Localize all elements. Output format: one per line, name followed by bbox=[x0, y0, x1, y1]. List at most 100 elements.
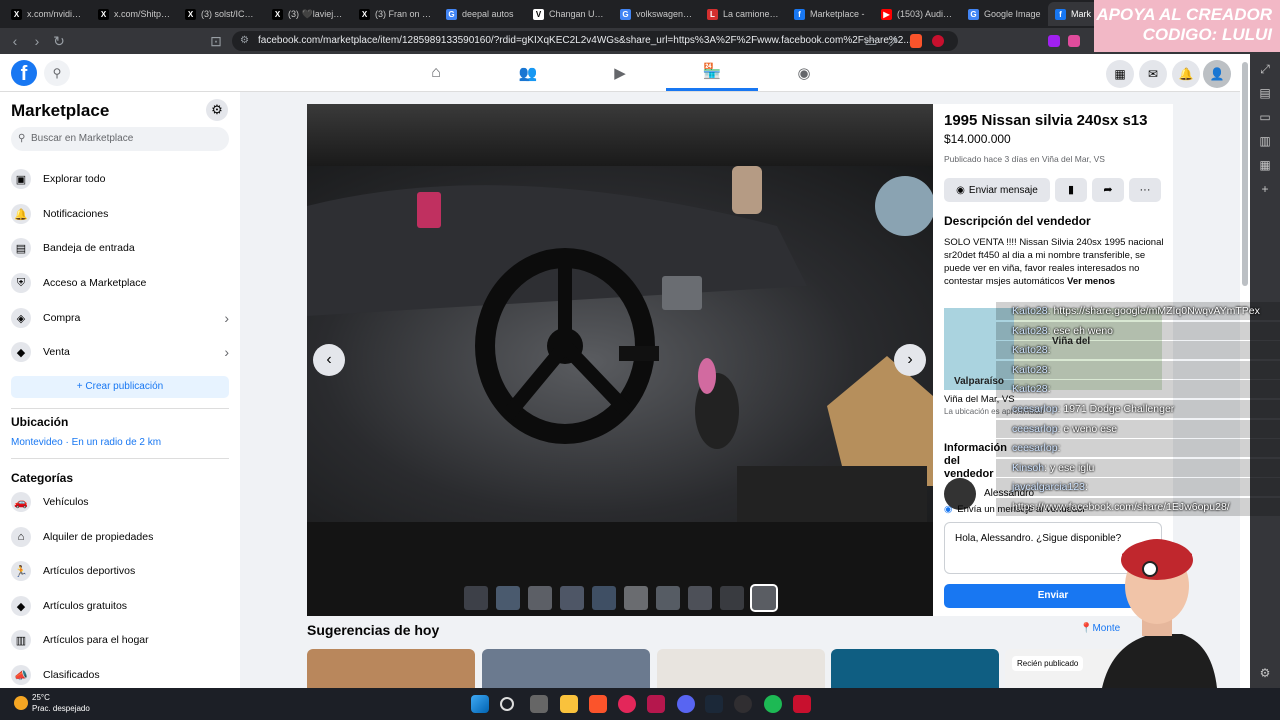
messenger-icon[interactable]: ✉ bbox=[1139, 60, 1167, 88]
sidebar-toggle-icon[interactable]: ⤢ bbox=[1258, 62, 1272, 76]
windows-start-icon[interactable] bbox=[471, 695, 489, 713]
marketplace-icon: 🏪 bbox=[702, 63, 722, 80]
photo-thumbnail[interactable] bbox=[560, 586, 584, 610]
category-item[interactable]: ⌂ Alquiler de propiedades bbox=[11, 522, 229, 552]
photo-thumbnail[interactable] bbox=[750, 584, 778, 612]
sidebar-item-explorar-todo[interactable]: ▣ Explorar todo bbox=[11, 164, 229, 194]
forward-icon[interactable]: › bbox=[26, 33, 48, 49]
share-button[interactable]: ➦ bbox=[1092, 178, 1124, 202]
history-icon[interactable]: ▥ bbox=[1258, 134, 1272, 148]
extension-icon[interactable] bbox=[1048, 35, 1060, 47]
browser-tab[interactable]: X (3) solst/ICE of bbox=[178, 2, 265, 26]
back-icon[interactable]: ‹ bbox=[4, 33, 26, 49]
facebook-logo-icon[interactable]: f bbox=[11, 60, 37, 86]
media-player-icon[interactable] bbox=[618, 695, 636, 713]
messenger-icon: ◉ bbox=[944, 504, 953, 515]
photo-thumbnail[interactable] bbox=[528, 586, 552, 610]
marketplace-sidebar: Marketplace ⚙ ⚲ Buscar en Marketplace ▣ E… bbox=[0, 92, 240, 688]
next-photo-button[interactable]: › bbox=[894, 344, 926, 376]
weather-widget[interactable]: 25°C Prac. despejado bbox=[12, 692, 90, 714]
previous-photo-button[interactable]: ‹ bbox=[313, 344, 345, 376]
send-message-button[interactable]: ◉ Enviar mensaje bbox=[944, 178, 1050, 202]
create-listing-button[interactable]: + Crear publicación bbox=[11, 376, 229, 398]
spotify-icon[interactable] bbox=[764, 695, 782, 713]
reading-list-icon[interactable]: ▤ bbox=[1258, 86, 1272, 100]
obs-icon[interactable] bbox=[734, 695, 752, 713]
bookmarks-icon[interactable]: ▦ bbox=[1258, 158, 1272, 172]
category-item[interactable]: ▥ Artículos para el hogar bbox=[11, 625, 229, 655]
car-icon: 🚗 bbox=[11, 492, 31, 512]
nav-groups[interactable]: ◉ bbox=[758, 54, 850, 91]
photo-thumbnail[interactable] bbox=[688, 586, 712, 610]
x-icon: X bbox=[98, 8, 109, 20]
bookmark-icon[interactable]: ⊡ bbox=[205, 33, 227, 50]
file-explorer-icon[interactable] bbox=[560, 695, 578, 713]
browser-tab[interactable]: Xx.com/Shitpost bbox=[91, 2, 178, 26]
task-view-icon[interactable] bbox=[530, 695, 548, 713]
cast-icon[interactable]: ▭ bbox=[860, 33, 882, 50]
marketplace-search-input[interactable]: ⚲ Buscar en Marketplace bbox=[11, 127, 229, 151]
suggestion-card[interactable] bbox=[307, 649, 475, 689]
browser-tab[interactable]: L La camioneta G bbox=[700, 2, 787, 26]
nav-marketplace[interactable]: 🏪 bbox=[666, 54, 758, 91]
more-options-button[interactable]: ··· bbox=[1129, 178, 1161, 202]
category-item[interactable]: 🚗 Vehículos bbox=[11, 487, 229, 517]
see-less-link[interactable]: Ver menos bbox=[1067, 276, 1115, 287]
photo-thumbnail[interactable] bbox=[496, 586, 520, 610]
category-item[interactable]: ◆ Artículos gratuitos bbox=[11, 591, 229, 621]
extension-icon[interactable] bbox=[1068, 35, 1080, 47]
app-icon[interactable] bbox=[793, 695, 811, 713]
sidebar-item-compra[interactable]: ◈ Compra › bbox=[11, 303, 229, 333]
site-info-icon[interactable]: ⚙ bbox=[240, 31, 249, 51]
browser-tab[interactable]: Xx.com/nvidiage bbox=[4, 2, 91, 26]
photo-thumbnail[interactable] bbox=[624, 586, 648, 610]
brave-browser-icon[interactable] bbox=[589, 695, 607, 713]
category-item[interactable]: 📣 Clasificados bbox=[11, 660, 229, 688]
suggestion-card[interactable] bbox=[657, 649, 825, 689]
notifications-icon[interactable]: 🔔 bbox=[1172, 60, 1200, 88]
location-link[interactable]: Montevideo · En un radio de 2 km bbox=[11, 437, 161, 448]
settings-gear-icon[interactable]: ⚙ bbox=[206, 99, 228, 121]
nav-home[interactable]: ⌂ bbox=[390, 54, 482, 91]
photo-thumbnail[interactable] bbox=[720, 586, 744, 610]
browser-tab[interactable]: ▶ (1503) Audi RS bbox=[874, 2, 961, 26]
add-icon[interactable]: + bbox=[1258, 182, 1272, 196]
menu-grid-icon[interactable]: ▦ bbox=[1106, 60, 1134, 88]
sidebar-item-venta[interactable]: ◆ Venta › bbox=[11, 337, 229, 367]
sidebar-item-bandeja-de-entrada[interactable]: ▤ Bandeja de entrada bbox=[11, 233, 229, 263]
app-icon[interactable] bbox=[647, 695, 665, 713]
nav-friends[interactable]: 👥 bbox=[482, 54, 574, 91]
account-avatar[interactable]: 👤 bbox=[1203, 60, 1231, 88]
sidebar-item-notificaciones[interactable]: 🔔 Notificaciones bbox=[11, 199, 229, 229]
wallet-icon[interactable]: ▭ bbox=[1258, 110, 1272, 124]
nav-video[interactable]: ▶ bbox=[574, 54, 666, 91]
browser-tab[interactable]: f Marketplace - bbox=[787, 2, 874, 26]
scrollbar-thumb[interactable] bbox=[1242, 62, 1248, 286]
address-bar[interactable]: ⚙ facebook.com/marketplace/item/12859891… bbox=[232, 31, 958, 51]
browser-tab[interactable]: V Changan Urug bbox=[526, 2, 613, 26]
browser-tab[interactable]: X (3) Fran on X: " bbox=[352, 2, 439, 26]
browser-tab[interactable]: Gvolkswagen esc bbox=[613, 2, 700, 26]
category-item[interactable]: 🏃 Artículos deportivos bbox=[11, 556, 229, 586]
sidebar-item-acceso-a-marketplace[interactable]: ⛨ Acceso a Marketplace bbox=[11, 268, 229, 298]
browser-tab[interactable]: G Google Image bbox=[961, 2, 1048, 26]
reload-icon[interactable]: ↻ bbox=[48, 33, 70, 50]
photo-thumbnail[interactable] bbox=[592, 586, 616, 610]
photo-thumbnail[interactable] bbox=[656, 586, 680, 610]
tab-title: x.com/Shitpost bbox=[114, 9, 171, 19]
listing-photo-viewer[interactable]: ‹ › bbox=[307, 104, 933, 616]
photo-thumbnail[interactable] bbox=[464, 586, 488, 610]
steam-icon[interactable] bbox=[705, 695, 723, 713]
browser-tab[interactable]: Gdeepal autos bbox=[439, 2, 526, 26]
suggestion-card[interactable] bbox=[831, 649, 999, 689]
suggestion-card[interactable] bbox=[482, 649, 650, 689]
brave-rewards-icon[interactable] bbox=[932, 35, 944, 47]
settings-icon[interactable]: ⚙ bbox=[1258, 666, 1272, 680]
share-icon[interactable]: ⇗ bbox=[882, 33, 904, 50]
search-icon[interactable] bbox=[500, 697, 514, 711]
search-icon[interactable]: ⚲ bbox=[44, 60, 70, 86]
brave-shield-icon[interactable] bbox=[910, 34, 922, 48]
browser-tab[interactable]: X (3) 🖤laviejade bbox=[265, 2, 352, 26]
save-button[interactable]: ▮ bbox=[1055, 178, 1087, 202]
discord-icon[interactable] bbox=[677, 695, 695, 713]
